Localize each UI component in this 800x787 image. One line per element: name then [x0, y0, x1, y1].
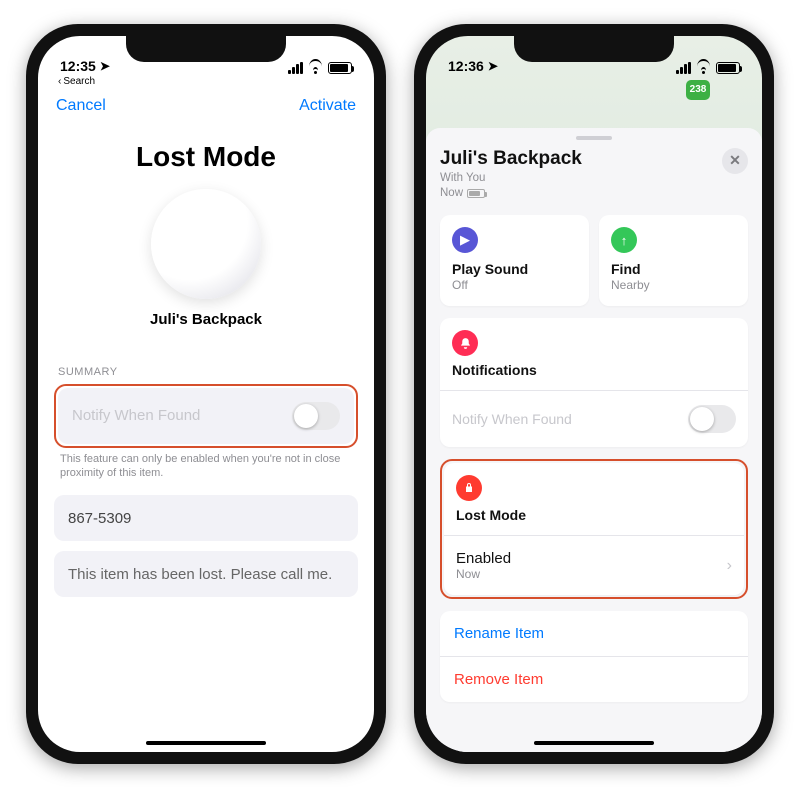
play-sound-sub: Off	[452, 278, 577, 292]
item-actions-card: Rename Item Remove Item	[440, 611, 748, 702]
status-time: 12:35	[60, 58, 96, 74]
lost-mode-status-row[interactable]: Enabled Now ›	[444, 535, 744, 595]
notify-highlight: Notify When Found	[54, 384, 358, 448]
status-time: 12:36	[448, 58, 484, 74]
status-bar: 12:35 ➤	[38, 36, 374, 76]
notify-when-found-row: Notify When Found	[58, 388, 354, 444]
airtag-image	[151, 189, 261, 299]
chevron-right-icon: ›	[727, 557, 732, 575]
play-sound-title: Play Sound	[452, 261, 577, 277]
lost-mode-title: Lost Mode	[456, 507, 732, 523]
notify-row-label: Notify When Found	[452, 411, 572, 427]
lost-mode-card: Lost Mode Enabled Now ›	[444, 463, 744, 595]
lost-mode-status-sub: Now	[456, 567, 727, 581]
notify-footnote: This feature can only be enabled when yo…	[60, 452, 352, 482]
back-label: Search	[63, 76, 95, 87]
play-sound-tile[interactable]: ▶ Play Sound Off	[440, 215, 589, 306]
location-arrow-icon: ➤	[100, 59, 110, 73]
location-arrow-icon: ➤	[488, 59, 498, 73]
battery-icon	[328, 62, 352, 74]
find-sub: Nearby	[611, 278, 736, 292]
summary-label: SUMMARY	[58, 366, 354, 378]
page-title: Lost Mode	[54, 141, 358, 173]
battery-mini-icon	[467, 189, 485, 198]
sheet-location: With You	[440, 171, 485, 186]
cancel-button[interactable]: Cancel	[56, 97, 106, 115]
iphone-frame-left: 12:35 ➤ ‹ Search Cancel Activate Lost Mo…	[26, 24, 386, 764]
home-indicator[interactable]	[534, 741, 654, 745]
find-tile[interactable]: ↑ Find Nearby	[599, 215, 748, 306]
bell-icon	[452, 330, 478, 356]
wifi-icon	[308, 62, 323, 74]
notifications-title: Notifications	[452, 362, 736, 378]
phone-number-field[interactable]: 867-5309	[54, 495, 358, 541]
route-badge: 238	[686, 80, 710, 100]
lost-message-field[interactable]: This item has been lost. Please call me.	[54, 551, 358, 597]
sheet-grabber[interactable]	[576, 136, 612, 140]
phone-value: 867-5309	[68, 510, 131, 527]
sheet-title: Juli's Backpack	[440, 148, 582, 170]
lost-mode-highlight: Lost Mode Enabled Now ›	[440, 459, 748, 599]
arrow-up-icon: ↑	[611, 227, 637, 253]
notify-when-found-row: Notify When Found	[440, 390, 748, 447]
home-indicator[interactable]	[146, 741, 266, 745]
activate-button[interactable]: Activate	[299, 97, 356, 115]
wifi-icon	[696, 62, 711, 74]
notify-toggle[interactable]	[292, 402, 340, 430]
map-background[interactable]: 238	[426, 76, 762, 120]
notify-toggle[interactable]	[688, 405, 736, 433]
cellular-signal-icon	[288, 62, 303, 74]
rename-item-button[interactable]: Rename Item	[440, 611, 748, 656]
status-bar: 12:36 ➤	[426, 36, 762, 76]
lock-icon	[456, 475, 482, 501]
notifications-card: Notifications Notify When Found	[440, 318, 748, 447]
cellular-signal-icon	[676, 62, 691, 74]
iphone-frame-right: 12:36 ➤ 238 Juli's Backpack With You	[414, 24, 774, 764]
message-value: This item has been lost. Please call me.	[68, 566, 332, 583]
close-sheet-button[interactable]: ✕	[722, 148, 748, 174]
item-sheet[interactable]: Juli's Backpack With You Now ✕ ▶ Play	[426, 128, 762, 752]
remove-item-button[interactable]: Remove Item	[440, 656, 748, 702]
item-name: Juli's Backpack	[54, 311, 358, 328]
close-icon: ✕	[729, 152, 741, 169]
play-icon: ▶	[452, 227, 478, 253]
find-title: Find	[611, 261, 736, 277]
battery-icon	[716, 62, 740, 74]
back-to-search[interactable]: ‹ Search	[38, 76, 374, 93]
sheet-time: Now	[440, 186, 463, 201]
chevron-left-icon: ‹	[58, 76, 61, 87]
notify-label: Notify When Found	[72, 407, 200, 424]
lost-mode-status: Enabled	[456, 550, 727, 567]
